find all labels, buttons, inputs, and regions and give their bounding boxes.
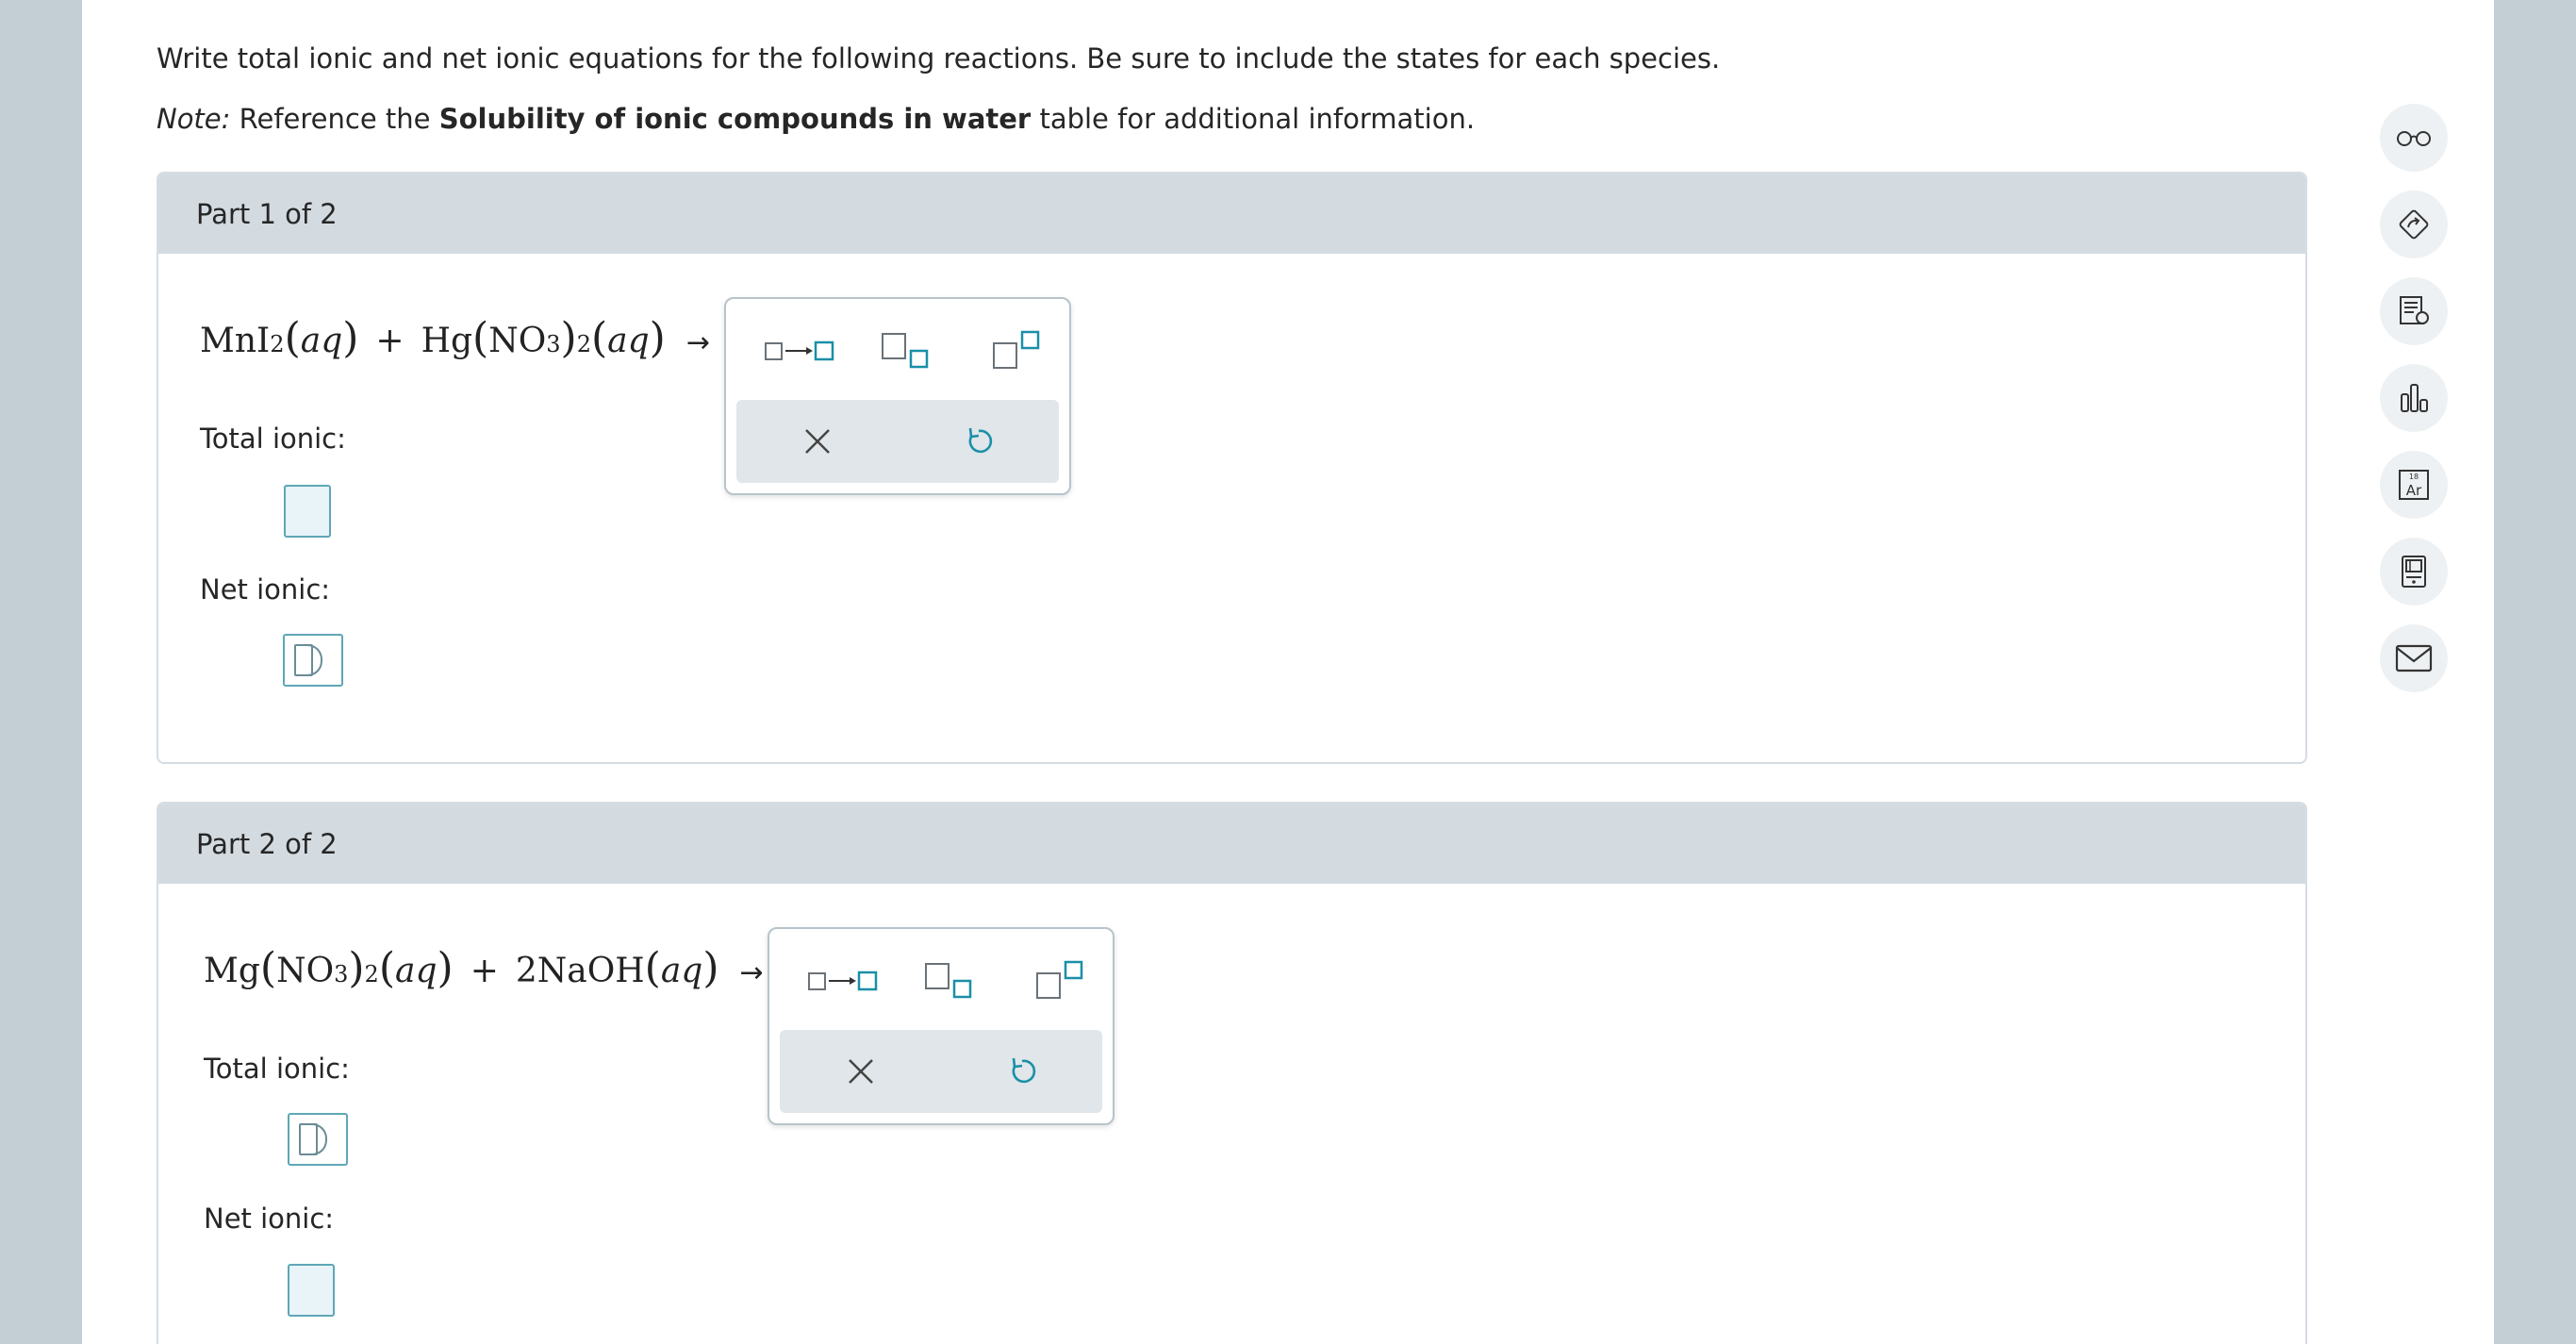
clear-button[interactable] — [736, 400, 898, 483]
undo-icon — [1012, 1057, 1035, 1084]
reaction-arrow-tool-icon — [765, 340, 834, 361]
calculator-icon — [2402, 556, 2426, 588]
message-button[interactable] — [2380, 624, 2448, 692]
subscript-tool[interactable] — [867, 327, 943, 374]
superscript-icon — [1036, 960, 1083, 999]
solubility-table-link[interactable]: Solubility of ionic compounds in water — [439, 103, 1032, 135]
part-2-tool-palette — [768, 927, 1115, 1125]
hint-button[interactable] — [2380, 191, 2448, 258]
explanation-icon — [2400, 296, 2429, 324]
note-label: Note: — [157, 103, 231, 135]
part-1-total-ionic-label: Total ionic: — [200, 423, 346, 455]
accessibility-button[interactable] — [2380, 104, 2448, 172]
part-2-total-ionic-input[interactable] — [288, 1113, 348, 1166]
part-2-equation: Mg (NO 3) 2 (aq) + 2NaOH (aq) → — [204, 944, 764, 992]
clear-button[interactable] — [780, 1030, 941, 1113]
part-2-net-ionic-input[interactable] — [288, 1264, 335, 1317]
question-prompt: Write total ionic and net ionic equation… — [157, 42, 1721, 75]
calculator-button[interactable] — [2380, 538, 2448, 606]
reaction-arrow-tool[interactable] — [790, 957, 894, 1004]
part-2-panel: Part 2 of 2 Mg (NO 3) 2 (aq) + 2NaOH (aq) … — [157, 802, 2307, 1344]
undo-button[interactable] — [941, 1030, 1102, 1113]
periodic-table-icon: 18 Ar — [2399, 470, 2429, 500]
part-1-net-ionic-input[interactable] — [283, 634, 343, 687]
part-1-total-ionic-input[interactable] — [284, 485, 331, 538]
part-2-total-ionic-label: Total ionic: — [204, 1053, 350, 1085]
part-1-panel: Part 1 of 2 MnI 2 (aq) + Hg (NO 3) 2 (aq) →… — [157, 172, 2307, 764]
chart-icon — [2401, 384, 2428, 412]
reaction-arrow-tool[interactable] — [747, 327, 850, 374]
subscript-icon — [882, 333, 929, 369]
main-content: Write total ionic and net ionic equation… — [82, 0, 2494, 1344]
explanation-button[interactable] — [2380, 277, 2448, 345]
superscript-tool[interactable] — [1022, 957, 1098, 1004]
undo-button[interactable] — [898, 400, 1059, 483]
close-icon — [804, 429, 830, 454]
subscript-tool[interactable] — [911, 957, 986, 1004]
undo-icon — [968, 427, 992, 454]
periodic-table-button[interactable]: 18 Ar — [2380, 451, 2448, 519]
part-1-net-ionic-label: Net ionic: — [200, 573, 331, 606]
close-icon — [848, 1059, 873, 1084]
question-note: Note: Reference the Solubility of ionic … — [157, 102, 1475, 136]
note-post: table for additional information. — [1039, 103, 1476, 135]
part-1-header: Part 1 of 2 — [158, 174, 2305, 254]
svg-text:Ar: Ar — [2406, 482, 2422, 499]
note-pre: Reference the — [239, 103, 431, 135]
data-button[interactable] — [2380, 364, 2448, 432]
subscript-icon — [925, 963, 972, 999]
reaction-arrow-icon: → — [739, 956, 764, 989]
superscript-tool[interactable] — [979, 327, 1054, 374]
part-1-equation: MnI 2 (aq) + Hg (NO 3) 2 (aq) → — [200, 314, 710, 362]
glasses-icon — [2397, 131, 2431, 146]
part-2-header: Part 2 of 2 — [158, 804, 2305, 884]
mail-icon — [2395, 644, 2433, 672]
svg-text:18: 18 — [2409, 473, 2419, 481]
part-2-net-ionic-label: Net ionic: — [204, 1203, 335, 1235]
reaction-arrow-icon: → — [685, 326, 710, 359]
tag-icon — [2399, 209, 2429, 240]
reaction-arrow-tool-icon — [808, 971, 878, 991]
superscript-icon — [993, 330, 1040, 369]
part-1-tool-palette — [724, 297, 1071, 495]
